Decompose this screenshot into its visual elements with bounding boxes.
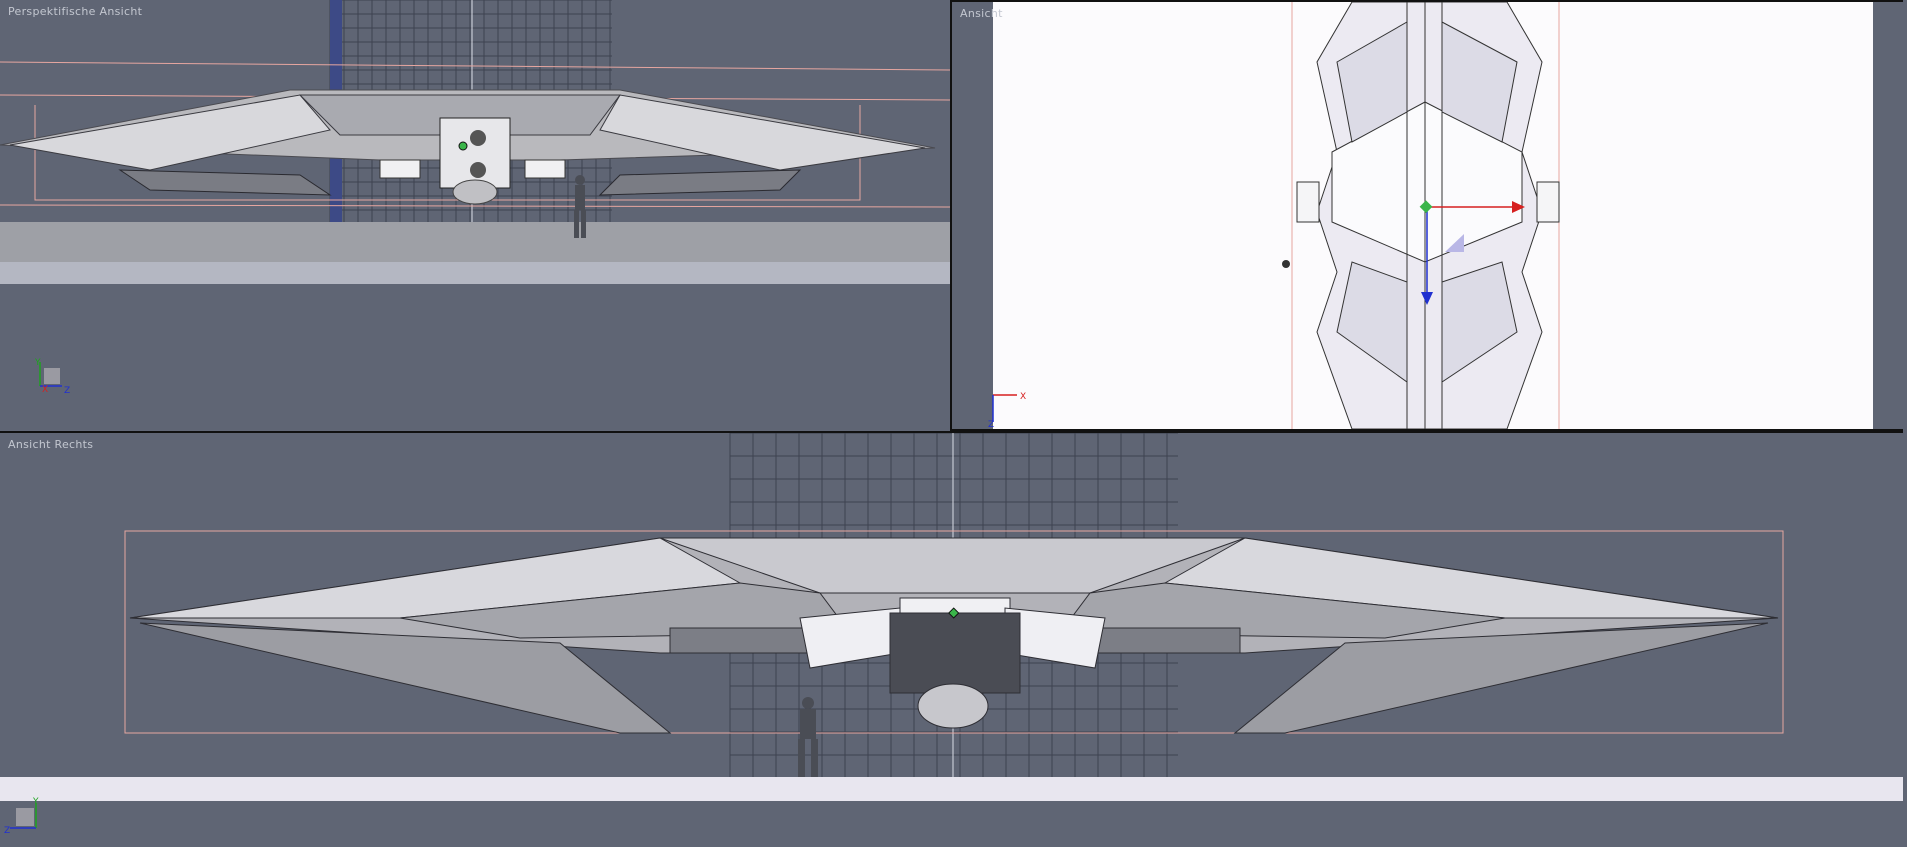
perspective-canvas[interactable]: Y X Z (0, 0, 950, 430)
axis-y-label: Y (34, 358, 41, 368)
axis-z-label: Z (64, 386, 70, 396)
axis-x-label: X (42, 385, 48, 395)
viewport-right[interactable]: Ansicht Rechts Y Z (0, 431, 1907, 847)
ground-plane (0, 222, 950, 262)
viewport-label: Perspektifische Ansicht (8, 5, 143, 18)
viewport-perspective[interactable]: Perspektifische Ansicht Y X Z (0, 0, 950, 430)
axis-x-label: X (1020, 392, 1026, 402)
axis-gizmo: Y Z (4, 797, 39, 836)
ship-model (1296, 2, 1560, 429)
axis-z-label: Z (988, 420, 994, 429)
scale-figure (798, 697, 818, 777)
scale-figure (1282, 260, 1290, 268)
ship-model (0, 89, 936, 205)
axis-z-label: Z (4, 826, 10, 836)
axis-y-label: Y (32, 797, 39, 807)
ship-model (129, 537, 1779, 734)
ground-plane (0, 777, 1907, 801)
viewport-label: Ansicht Rechts (8, 438, 94, 451)
viewport-label: Ansicht (960, 7, 1003, 20)
viewport-top[interactable]: Ansicht X Z (950, 0, 1907, 431)
top-canvas[interactable]: X Z (952, 2, 1905, 429)
window-edge (1903, 0, 1907, 847)
axis-gizmo: Y X Z (34, 358, 70, 396)
right-canvas[interactable]: Y Z (0, 433, 1907, 847)
